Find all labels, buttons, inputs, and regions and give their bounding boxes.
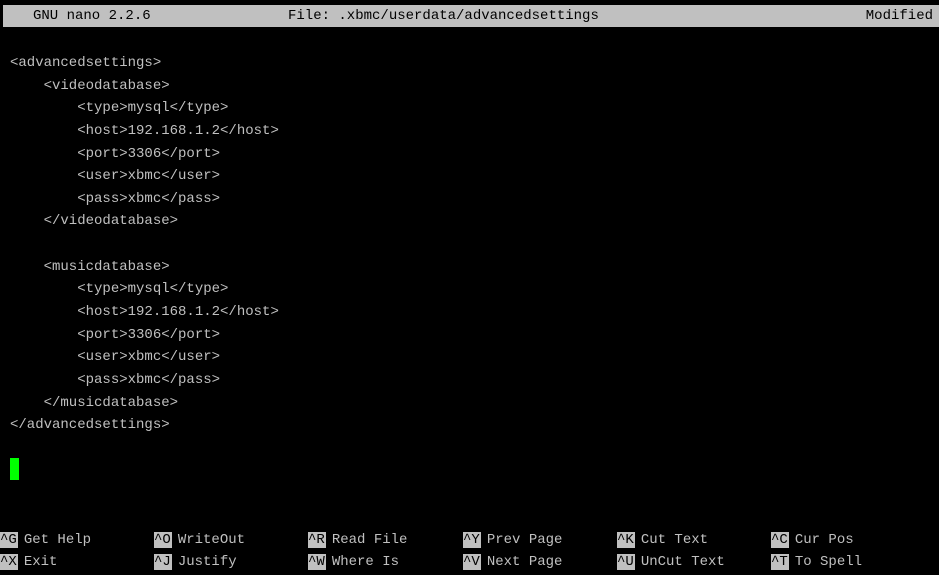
shortcut-key: ^U xyxy=(617,554,635,570)
shortcut-label: Cur Pos xyxy=(794,532,854,548)
shortcut-to-spell[interactable]: ^T To Spell xyxy=(771,551,862,573)
shortcut-label: Prev Page xyxy=(486,532,563,548)
shortcut-label: Get Help xyxy=(23,532,92,548)
code-line[interactable]: <type>mysql</type> xyxy=(10,97,279,120)
shortcut-label: WriteOut xyxy=(177,532,246,548)
shortcut-key: ^Y xyxy=(463,532,481,548)
code-line[interactable]: <host>192.168.1.2</host> xyxy=(10,120,279,143)
app-version: GNU nano 2.2.6 xyxy=(33,8,151,24)
code-line[interactable]: </advancedsettings> xyxy=(10,414,279,437)
shortcut-key: ^X xyxy=(0,554,18,570)
shortcut-key: ^K xyxy=(617,532,635,548)
shortcut-prev-page[interactable]: ^Y Prev Page xyxy=(463,529,562,551)
shortcut-cut-text[interactable]: ^K Cut Text xyxy=(617,529,708,551)
shortcut-label: Exit xyxy=(23,554,58,570)
code-line[interactable]: <pass>xbmc</pass> xyxy=(10,188,279,211)
shortcut-uncut-text[interactable]: ^U UnCut Text xyxy=(617,551,725,573)
shortcut-key: ^J xyxy=(154,554,172,570)
file-name: File: .xbmc/userdata/advancedsettings xyxy=(288,8,599,24)
shortcut-where-is[interactable]: ^W Where Is xyxy=(308,551,399,573)
code-line[interactable]: <videodatabase> xyxy=(10,75,279,98)
modified-status: Modified xyxy=(865,8,933,24)
code-line[interactable]: <musicdatabase> xyxy=(10,256,279,279)
text-cursor xyxy=(10,458,19,480)
code-line[interactable] xyxy=(10,233,279,256)
shortcut-label: Where Is xyxy=(331,554,400,570)
shortcut-next-page[interactable]: ^V Next Page xyxy=(463,551,562,573)
code-line[interactable]: </musicdatabase> xyxy=(10,392,279,415)
shortcut-key: ^W xyxy=(308,554,326,570)
terminal-window[interactable]: GNU nano 2.2.6 File: .xbmc/userdata/adva… xyxy=(0,0,939,575)
shortcut-label: Justify xyxy=(177,554,237,570)
shortcut-writeout[interactable]: ^O WriteOut xyxy=(154,529,245,551)
shortcut-cur-pos[interactable]: ^C Cur Pos xyxy=(771,529,854,551)
shortcut-get-help[interactable]: ^G Get Help xyxy=(0,529,91,551)
shortcut-key: ^C xyxy=(771,532,789,548)
code-line[interactable]: <type>mysql</type> xyxy=(10,278,279,301)
shortcut-read-file[interactable]: ^R Read File xyxy=(308,529,407,551)
code-line[interactable]: <pass>xbmc</pass> xyxy=(10,369,279,392)
shortcut-label: Read File xyxy=(331,532,408,548)
code-line[interactable]: </videodatabase> xyxy=(10,210,279,233)
nano-title-bar: GNU nano 2.2.6 File: .xbmc/userdata/adva… xyxy=(3,5,939,27)
shortcut-label: UnCut Text xyxy=(640,554,725,570)
shortcut-label: Next Page xyxy=(486,554,563,570)
editor-buffer[interactable]: <advancedsettings> <videodatabase> <type… xyxy=(10,52,279,437)
shortcut-row-2: ^X Exit ^J Justify ^W Where Is ^V Next Page … xyxy=(0,551,939,573)
code-line[interactable]: <user>xbmc</user> xyxy=(10,165,279,188)
shortcut-bar: ^G Get Help ^O WriteOut ^R Read File ^Y Prev… xyxy=(0,529,939,573)
shortcut-key: ^T xyxy=(771,554,789,570)
shortcut-key: ^R xyxy=(308,532,326,548)
shortcut-key: ^G xyxy=(0,532,18,548)
code-line[interactable]: <host>192.168.1.2</host> xyxy=(10,301,279,324)
shortcut-label: To Spell xyxy=(794,554,863,570)
code-line[interactable]: <port>3306</port> xyxy=(10,143,279,166)
shortcut-justify[interactable]: ^J Justify xyxy=(154,551,237,573)
shortcut-key: ^O xyxy=(154,532,172,548)
shortcut-row-1: ^G Get Help ^O WriteOut ^R Read File ^Y Prev… xyxy=(0,529,939,551)
shortcut-exit[interactable]: ^X Exit xyxy=(0,551,57,573)
code-line[interactable]: <port>3306</port> xyxy=(10,324,279,347)
code-line[interactable]: <advancedsettings> xyxy=(10,52,279,75)
code-line[interactable]: <user>xbmc</user> xyxy=(10,346,279,369)
shortcut-key: ^V xyxy=(463,554,481,570)
shortcut-label: Cut Text xyxy=(640,532,709,548)
